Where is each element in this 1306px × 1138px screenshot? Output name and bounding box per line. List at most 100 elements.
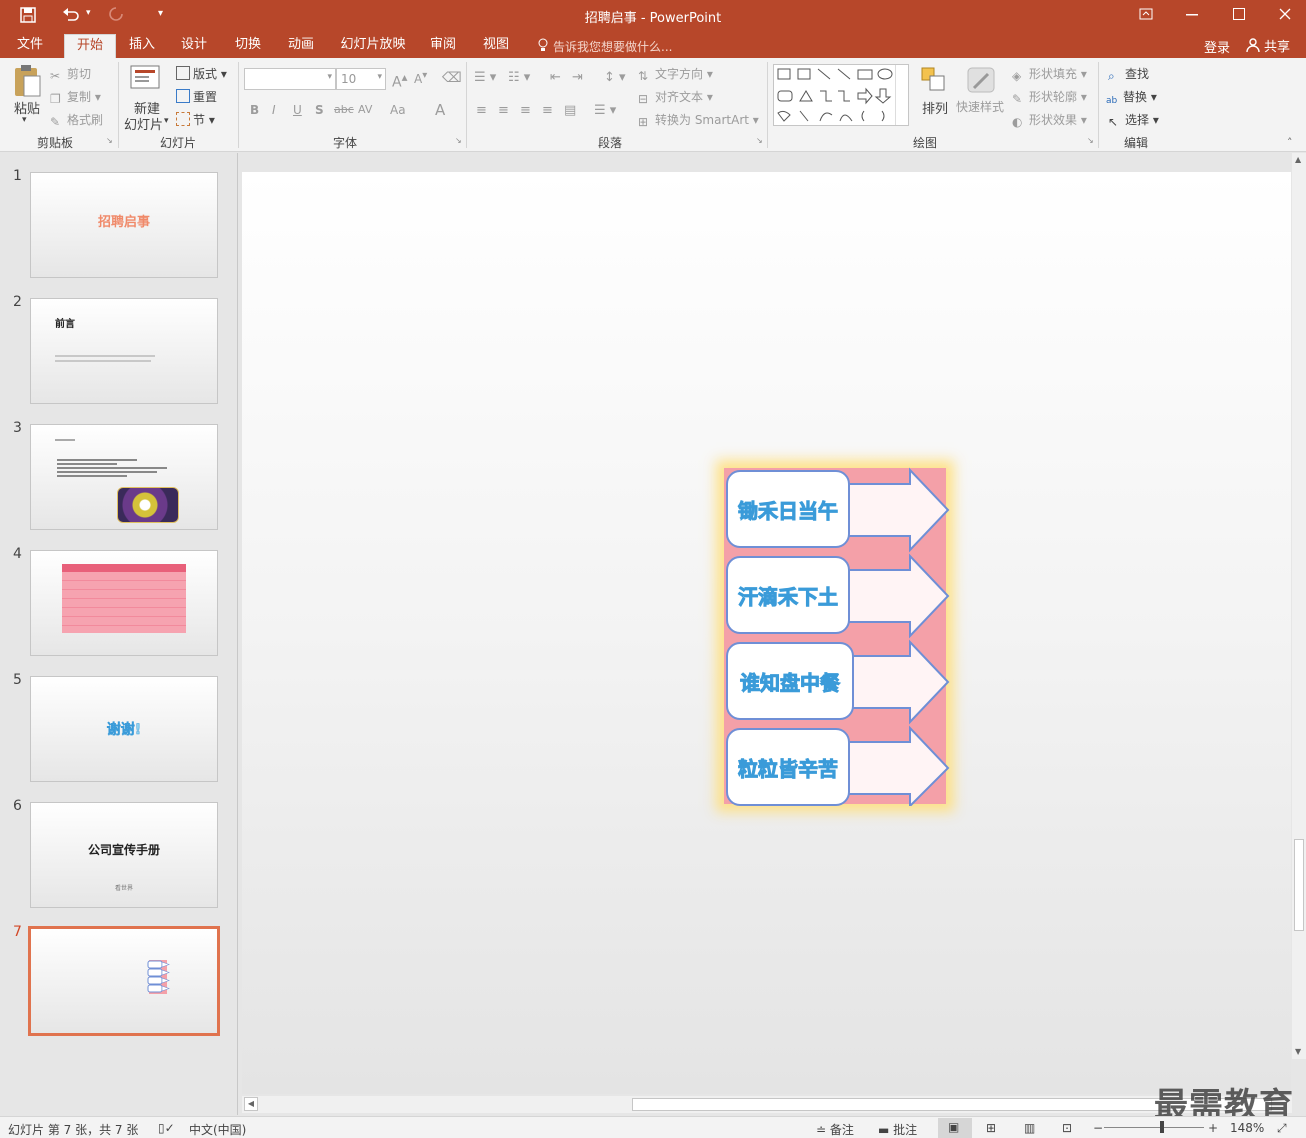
dialog-launcher-icon[interactable]: ↘ [1087, 136, 1094, 145]
align-left-icon[interactable]: ≡ [476, 103, 487, 118]
new-slide-dropdown-icon[interactable]: ▾ [164, 116, 169, 126]
zoom-slider-thumb[interactable] [1160, 1121, 1164, 1133]
redo-icon[interactable] [108, 6, 124, 22]
reset-button[interactable]: 重置 [176, 88, 217, 105]
vertical-scroll-thumb[interactable] [1294, 839, 1304, 931]
restore-ribbon-icon[interactable] [1139, 8, 1153, 20]
clear-format-icon[interactable]: ⌫ [442, 70, 462, 86]
slide-thumbnail-6[interactable]: 公司宣传手册 看世界 [30, 802, 218, 908]
select-button[interactable]: ↖ 选择 ▾ [1108, 111, 1159, 129]
shadow-button[interactable]: S [315, 103, 324, 117]
undo-dropdown-icon[interactable]: ▾ [86, 8, 91, 18]
find-button[interactable]: ⌕ 查找 [1108, 65, 1149, 83]
tab-animations[interactable]: 动画 [279, 34, 323, 58]
change-case-button[interactable]: Aa [390, 103, 406, 117]
tab-review[interactable]: 审阅 [421, 34, 465, 58]
zoom-in-button[interactable]: + [1208, 1121, 1218, 1135]
scroll-down-icon[interactable]: ▼ [1295, 1047, 1301, 1056]
char-spacing-button[interactable]: AV [358, 103, 372, 116]
section-button[interactable]: 节 ▾ [176, 111, 215, 128]
tab-transitions[interactable]: 切换 [226, 34, 270, 58]
copy-button[interactable]: ❐ 复制 ▾ [50, 88, 101, 106]
zoom-out-button[interactable]: − [1093, 1121, 1103, 1135]
slide-thumbnail-5[interactable]: 谢谢! [30, 676, 218, 782]
dialog-launcher-icon[interactable]: ↘ [106, 136, 113, 145]
customize-icon[interactable]: ▾ [158, 8, 163, 19]
italic-button[interactable]: I [272, 103, 276, 117]
cut-button[interactable]: ✂ 剪切 [50, 65, 91, 83]
tab-home[interactable]: 开始 [64, 34, 116, 58]
shape-outline-button[interactable]: ✎ 形状轮廓 ▾ [1012, 88, 1087, 106]
slide-thumbnail-4[interactable] [30, 550, 218, 656]
comments-button[interactable]: ▬ 批注 [878, 1121, 917, 1138]
paste-icon[interactable] [12, 64, 42, 98]
quick-styles-button[interactable]: 快速样式 [956, 98, 1004, 115]
tab-view[interactable]: 视图 [474, 34, 518, 58]
tab-file[interactable]: 文件 [8, 34, 52, 58]
font-color-button[interactable]: A [435, 101, 445, 119]
increase-indent-icon[interactable]: ⇥ [572, 70, 583, 85]
shrink-font-icon[interactable]: A▾ [414, 70, 427, 86]
fit-slide-icon[interactable]: ⤢ [1277, 1121, 1287, 1136]
collapse-ribbon-icon[interactable]: ˄ [1287, 136, 1293, 149]
new-slide-label-2[interactable]: 幻灯片 [124, 114, 163, 133]
poem-line-4[interactable]: 粒粒皆辛苦 [726, 728, 850, 806]
quick-styles-icon[interactable] [966, 66, 998, 96]
shapes-gallery[interactable] [773, 64, 909, 126]
arrange-icon[interactable] [920, 66, 948, 96]
layout-button[interactable]: 版式 ▾ [176, 65, 227, 82]
user-icon[interactable] [1246, 38, 1260, 52]
dialog-launcher-icon[interactable]: ↘ [756, 136, 763, 145]
font-size-input[interactable]: 10 ▾ [336, 68, 386, 90]
maximize-icon[interactable] [1233, 8, 1245, 20]
poem-line-2[interactable]: 汗滴禾下土 [726, 556, 850, 634]
normal-view-button[interactable]: ▣ [938, 1118, 972, 1138]
tab-design[interactable]: 设计 [172, 34, 216, 58]
horizontal-scrollbar[interactable]: ◀ [242, 1096, 1292, 1113]
justify-icon[interactable]: ≡ [542, 103, 553, 118]
spellcheck-icon[interactable]: ▯✓ [158, 1121, 175, 1135]
paste-button[interactable]: 粘贴 [14, 98, 40, 117]
new-slide-icon[interactable] [130, 64, 162, 92]
zoom-level[interactable]: 148% [1230, 1121, 1264, 1135]
paste-dropdown-icon[interactable]: ▾ [22, 115, 27, 125]
numbering-icon[interactable]: ☷ ▾ [508, 70, 530, 85]
dialog-launcher-icon[interactable]: ↘ [455, 136, 462, 145]
poem-line-3[interactable]: 谁知盘中餐 [726, 642, 854, 720]
notes-button[interactable]: ≐ 备注 [816, 1121, 854, 1138]
tab-slideshow[interactable]: 幻灯片放映 [336, 34, 410, 58]
font-name-input[interactable]: ▾ [244, 68, 336, 90]
grow-font-icon[interactable]: A▴ [392, 70, 407, 91]
slideshow-icon[interactable]: ⊡ [1062, 1121, 1072, 1135]
slide-sorter-icon[interactable]: ⊞ [986, 1121, 996, 1135]
shape-effects-button[interactable]: ◐ 形状效果 ▾ [1012, 111, 1087, 129]
poem-line-1[interactable]: 锄禾日当午 [726, 470, 850, 548]
bullets-icon[interactable]: ☰ ▾ [474, 70, 496, 85]
arrange-button[interactable]: 排列 [922, 98, 948, 117]
undo-icon[interactable] [62, 6, 80, 22]
bold-button[interactable]: B [250, 103, 259, 117]
replace-button[interactable]: ab 替换 ▾ [1106, 88, 1157, 110]
gallery-scroll[interactable] [895, 65, 909, 125]
slide-thumbnail-7[interactable] [28, 926, 220, 1036]
share-button[interactable]: 共享 [1264, 36, 1290, 55]
convert-smartart-button[interactable]: ⊞ 转换为 SmartArt ▾ [638, 111, 759, 129]
strikethrough-button[interactable]: abc [334, 103, 354, 116]
format-painter-button[interactable]: ✎ 格式刷 [50, 111, 103, 129]
align-text-button[interactable]: ⊟ 对齐文本 ▾ [638, 88, 713, 106]
tell-me-input[interactable]: 告诉我您想要做什么... [553, 38, 672, 55]
columns-icon[interactable]: ☰ ▾ [594, 103, 616, 118]
minimize-icon[interactable] [1186, 14, 1198, 16]
distributed-icon[interactable]: ▤ [564, 103, 576, 118]
login-link[interactable]: 登录 [1204, 37, 1230, 56]
underline-button[interactable]: U [293, 103, 302, 117]
slide-thumbnail-2[interactable]: 前言 [30, 298, 218, 404]
slide-thumbnail-3[interactable] [30, 424, 218, 530]
reading-view-icon[interactable]: ▥ [1024, 1121, 1035, 1135]
text-direction-button[interactable]: ⇅ 文字方向 ▾ [638, 65, 713, 83]
shape-fill-button[interactable]: ◈ 形状填充 ▾ [1012, 65, 1087, 83]
close-icon[interactable] [1279, 8, 1291, 20]
vertical-scrollbar[interactable]: ▲ ▼ [1292, 153, 1306, 1059]
scroll-up-icon[interactable]: ▲ [1295, 155, 1301, 164]
slide-canvas[interactable]: 锄禾日当午 汗滴禾下土 谁知盘中餐 粒粒皆辛苦 [242, 172, 1291, 1094]
